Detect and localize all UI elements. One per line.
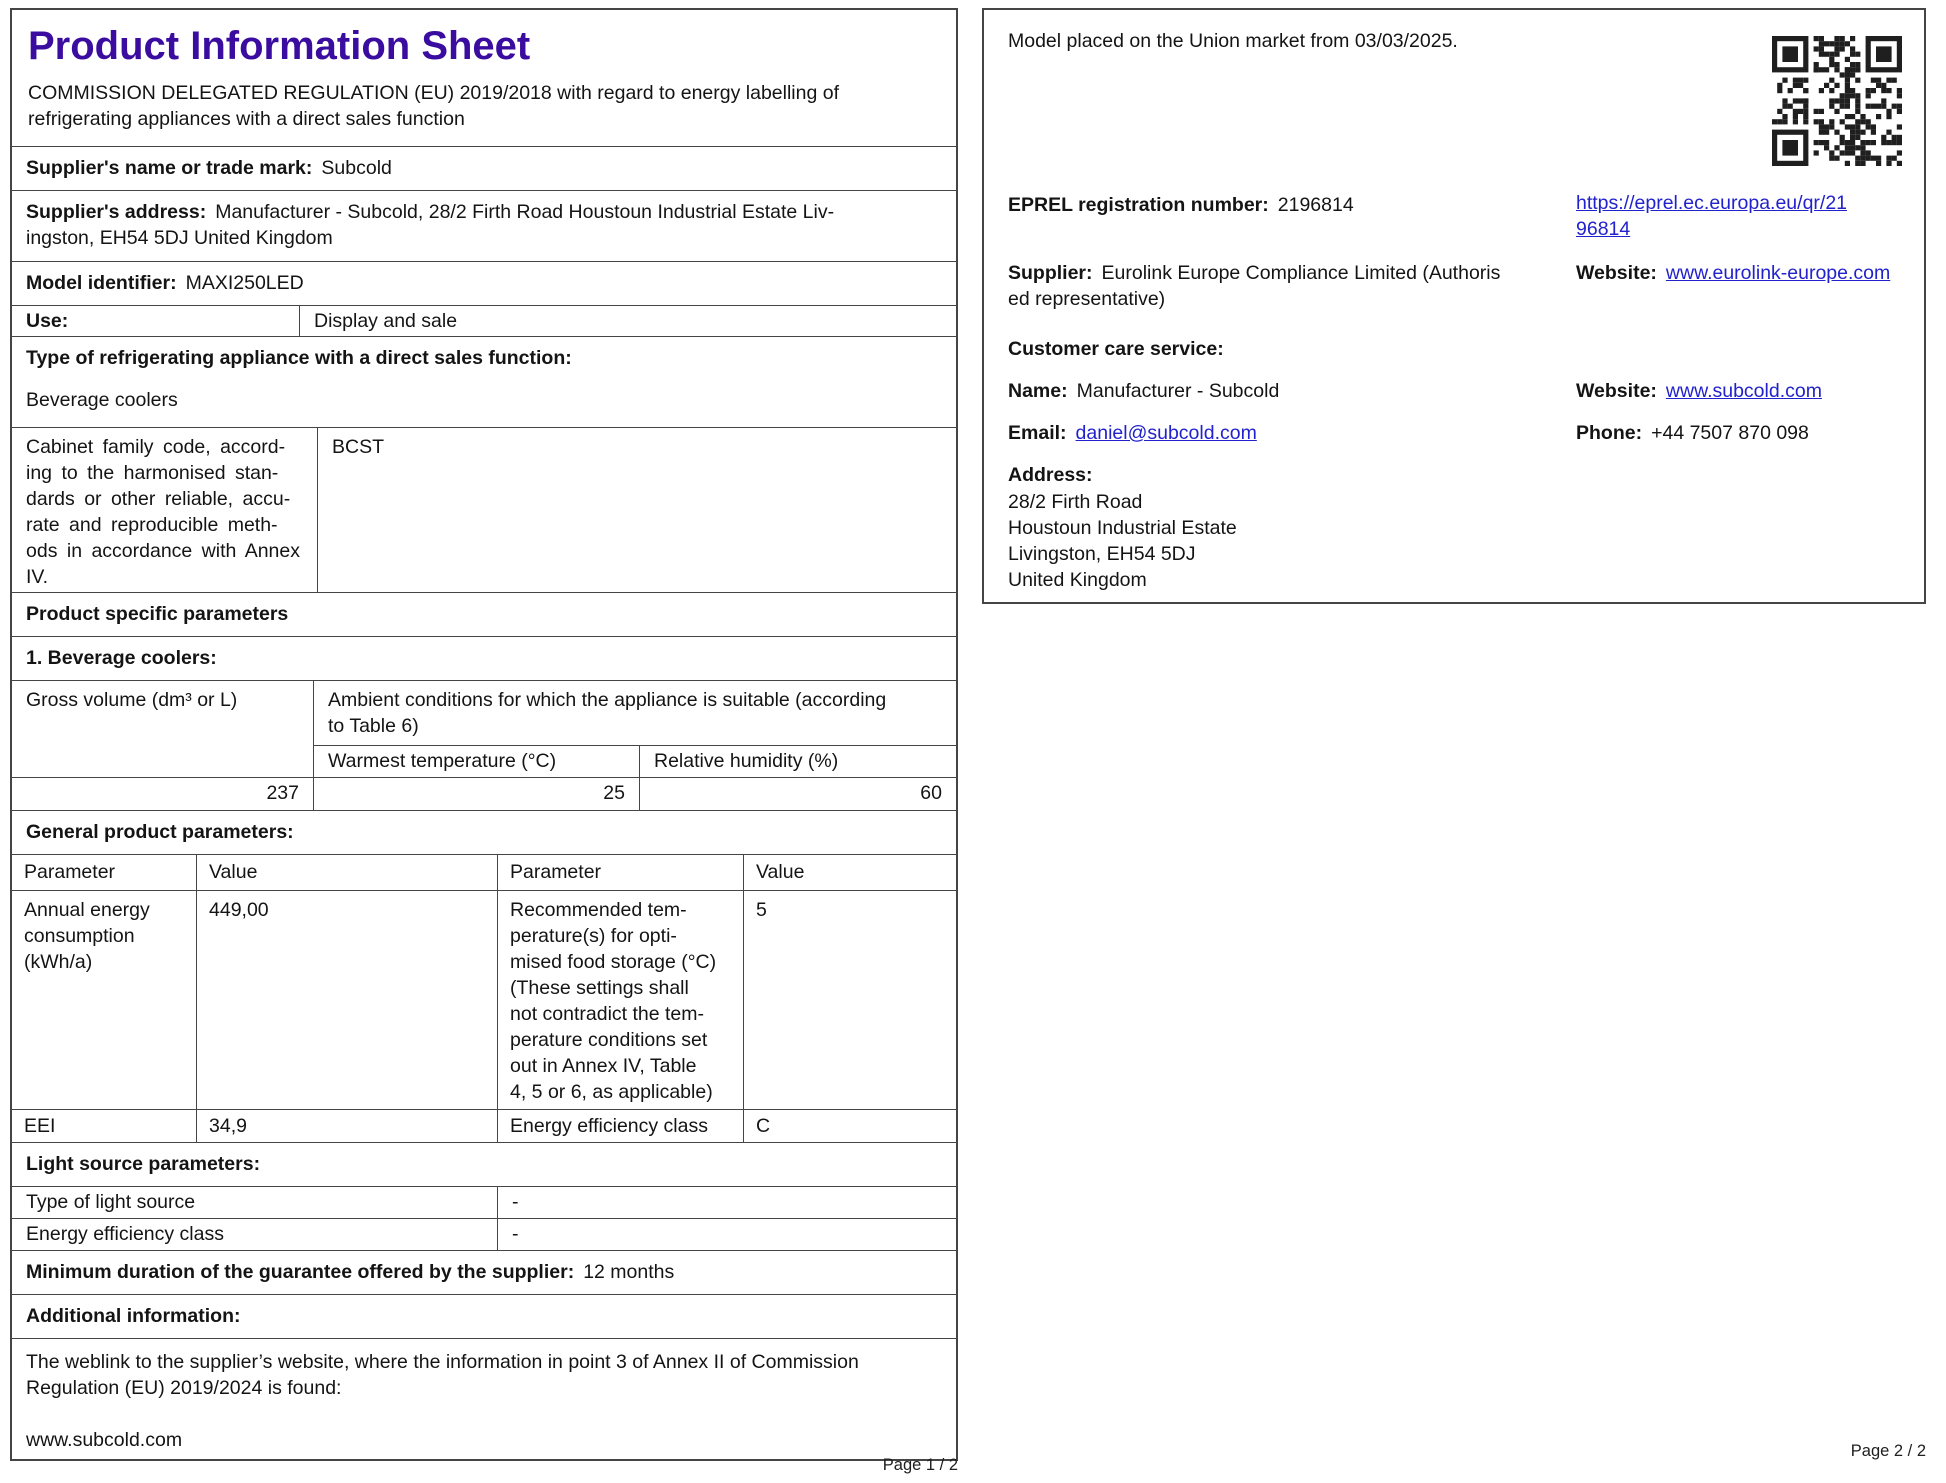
supplier-address-label: Supplier's address: xyxy=(26,201,206,223)
eprel-registration-row: EPREL registration number: 2196814 xyxy=(1008,192,1354,218)
weblink-description: The weblink to the supplier’s website, w… xyxy=(26,1349,942,1401)
warmest-temperature-value: 25 xyxy=(314,778,640,810)
representative-website-row: Website: www.eurolink-europe.com xyxy=(1576,260,1890,286)
cabinet-family-code-value: BCST xyxy=(317,428,956,592)
recommended-temperature-label: Recommended tem- perature(s) for opti- m… xyxy=(497,891,743,1109)
eei-row: EEI 34,9 Energy efficiency class C xyxy=(12,1109,956,1142)
light-efficiency-class-value: - xyxy=(497,1219,956,1250)
market-placement-note: Model placed on the Union market from 03… xyxy=(1008,28,1458,54)
authorised-representative-row: Supplier:Eurolink Europe Compliance Limi… xyxy=(1008,260,1560,312)
supplier-website-text: www.subcold.com xyxy=(26,1427,942,1453)
page-title: Product Information Sheet xyxy=(28,22,940,70)
energy-efficiency-class-label: Energy efficiency class xyxy=(497,1110,743,1142)
model-identifier-row: Model identifier: MAXI250LED xyxy=(12,261,956,305)
use-label: Use: xyxy=(12,306,299,336)
customer-care-name-value: Manufacturer - Subcold xyxy=(1077,380,1280,402)
product-info-sheet-page1: Product Information Sheet COMMISSION DEL… xyxy=(10,8,958,1461)
appliance-type-heading: Type of refrigerating appliance with a d… xyxy=(26,345,942,371)
customer-care-email-label: Email: xyxy=(1008,422,1067,444)
supplier-name-label: Supplier's name or trade mark: xyxy=(26,157,312,179)
guarantee-label: Minimum duration of the guarantee offere… xyxy=(26,1261,574,1283)
general-parameters-heading: General product parameters: xyxy=(12,810,956,854)
customer-care-phone-label: Phone: xyxy=(1576,422,1642,444)
appliance-type-row: Type of refrigerating appliance with a d… xyxy=(12,336,956,427)
eei-value: 34,9 xyxy=(196,1110,497,1142)
energy-efficiency-class-value: C xyxy=(743,1110,956,1142)
light-source-type-row: Type of light source - xyxy=(12,1186,956,1218)
annual-energy-consumption-label: Annual energy consumption (kWh/a) xyxy=(12,891,196,1109)
customer-care-address-label: Address: xyxy=(1008,462,1237,488)
relative-humidity-header: Relative humidity (%) xyxy=(640,746,956,777)
gross-volume-value: 237 xyxy=(12,778,314,810)
warmest-temperature-header: Warmest temperature (°C) xyxy=(314,746,640,777)
model-identifier-value: MAXI250LED xyxy=(186,272,304,294)
light-source-parameters-heading: Light source parameters: xyxy=(12,1142,956,1186)
supplier-label: Supplier: xyxy=(1008,262,1093,284)
customer-care-name-row: Name: Manufacturer - Subcold xyxy=(1008,378,1279,404)
guarantee-value: 12 months xyxy=(583,1261,674,1283)
customer-care-name-label: Name: xyxy=(1008,380,1068,402)
light-source-type-value: - xyxy=(497,1187,956,1218)
col-header-parameter-1: Parameter xyxy=(12,855,196,890)
weblink-section: The weblink to the supplier’s website, w… xyxy=(12,1338,956,1459)
additional-information-heading: Additional information: xyxy=(12,1294,956,1338)
representative-website-label: Website: xyxy=(1576,262,1657,284)
page1-number: Page 1 / 2 xyxy=(10,1452,958,1478)
customer-care-heading: Customer care service: xyxy=(1008,336,1224,362)
title-section: Product Information Sheet COMMISSION DEL… xyxy=(12,10,956,146)
light-source-type-label: Type of light source xyxy=(12,1187,497,1218)
page2-number: Page 2 / 2 xyxy=(982,1438,1926,1464)
general-parameters-table: Parameter Value Parameter Value Annual e… xyxy=(12,854,956,1142)
ambient-conditions-header: Ambient conditions for which the applian… xyxy=(314,681,956,745)
beverage-coolers-heading: 1. Beverage coolers: xyxy=(12,636,956,680)
gross-volume-header: Gross volume (dm³ or L) xyxy=(12,681,314,777)
product-specific-parameters-heading: Product specific parameters xyxy=(12,592,956,636)
supplier-name-value: Subcold xyxy=(321,157,391,179)
light-efficiency-class-row: Energy efficiency class - xyxy=(12,1218,956,1250)
use-row: Use: Display and sale xyxy=(12,305,956,336)
supplier-name-row: Supplier's name or trade mark: Subcold xyxy=(12,146,956,190)
col-header-value-2: Value xyxy=(743,855,956,890)
customer-care-email-link[interactable]: daniel@subcold.com xyxy=(1076,422,1257,444)
regulation-subtitle: COMMISSION DELEGATED REGULATION (EU) 201… xyxy=(28,80,940,132)
energy-consumption-row: Annual energy consumption (kWh/a) 449,00… xyxy=(12,890,956,1109)
customer-care-address-lines: 28/2 Firth Road Houstoun Industrial Esta… xyxy=(1008,489,1237,593)
eei-label: EEI xyxy=(12,1110,196,1142)
supplier-address-row: Supplier's address:Manufacturer - Subcol… xyxy=(12,190,956,261)
eprel-registration-value: 2196814 xyxy=(1278,194,1354,216)
beverage-coolers-table: Gross volume (dm³ or L) Ambient conditio… xyxy=(12,680,956,810)
parameters-header-row: Parameter Value Parameter Value xyxy=(12,855,956,890)
appliance-type-value: Beverage coolers xyxy=(26,387,942,413)
customer-care-website-link[interactable]: www.subcold.com xyxy=(1666,380,1822,402)
cabinet-family-code-label: Cabinet family code, accord- ing to the … xyxy=(12,428,317,592)
col-header-parameter-2: Parameter xyxy=(497,855,743,890)
customer-care-phone-value: +44 7507 870 098 xyxy=(1651,422,1809,444)
use-value: Display and sale xyxy=(299,306,956,336)
customer-care-phone-row: Phone: +44 7507 870 098 xyxy=(1576,420,1809,446)
guarantee-row: Minimum duration of the guarantee offere… xyxy=(12,1250,956,1294)
product-info-sheet-page2: Model placed on the Union market from 03… xyxy=(982,8,1926,604)
eprel-registration-label: EPREL registration number: xyxy=(1008,194,1269,216)
customer-care-email-row: Email: daniel@subcold.com xyxy=(1008,420,1257,446)
relative-humidity-value: 60 xyxy=(640,778,956,810)
recommended-temperature-value: 5 xyxy=(743,891,956,1109)
qr-code xyxy=(1772,36,1902,166)
customer-care-website-label: Website: xyxy=(1576,380,1657,402)
light-efficiency-class-label: Energy efficiency class xyxy=(12,1219,497,1250)
beverage-coolers-data-row: 237 25 60 xyxy=(12,777,956,810)
model-identifier-label: Model identifier: xyxy=(26,272,177,294)
eprel-qr-link[interactable]: https://eprel.ec.europa.eu/qr/21 96814 xyxy=(1576,190,1896,242)
annual-energy-consumption-value: 449,00 xyxy=(196,891,497,1109)
cabinet-family-code-row: Cabinet family code, accord- ing to the … xyxy=(12,427,956,592)
col-header-value-1: Value xyxy=(196,855,497,890)
representative-website-link[interactable]: www.eurolink-europe.com xyxy=(1666,262,1890,284)
customer-care-address-block: Address: 28/2 Firth Road Houstoun Indust… xyxy=(1008,462,1237,593)
customer-care-website-row: Website: www.subcold.com xyxy=(1576,378,1822,404)
